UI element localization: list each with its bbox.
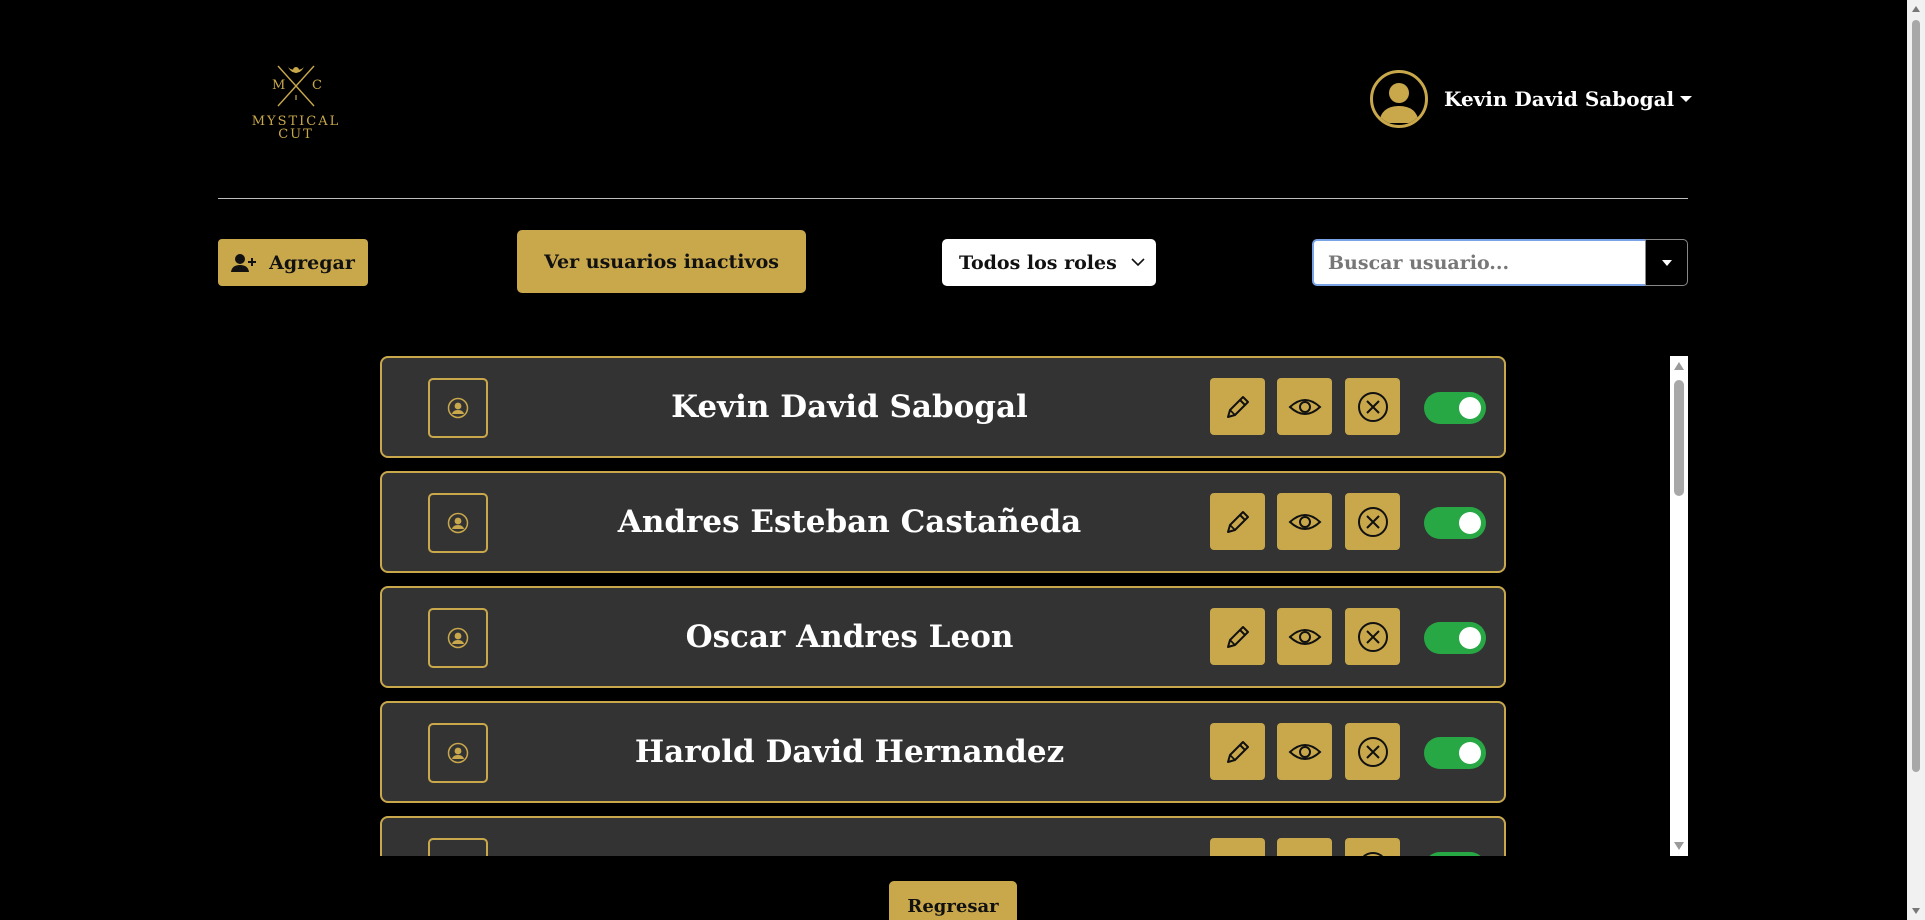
- edit-user-button[interactable]: [1210, 723, 1265, 780]
- view-user-button[interactable]: [1277, 838, 1332, 856]
- add-user-button[interactable]: Agregar: [218, 239, 368, 286]
- close-circle-icon: [1356, 620, 1390, 654]
- pencil-icon: [1222, 736, 1254, 768]
- view-user-button[interactable]: [1277, 378, 1332, 435]
- chevron-down-icon: [1680, 96, 1693, 102]
- view-inactive-users-button[interactable]: Ver usuarios inactivos: [517, 230, 806, 293]
- close-circle-icon: [1356, 390, 1390, 424]
- view-user-button[interactable]: [1277, 723, 1332, 780]
- user-card: Harold David Hernandez: [380, 701, 1506, 803]
- crossed-blades-icon: [277, 65, 315, 107]
- view-user-button[interactable]: [1277, 493, 1332, 550]
- user-active-toggle[interactable]: [1424, 737, 1486, 769]
- user-active-toggle[interactable]: [1424, 392, 1486, 424]
- delete-user-button[interactable]: [1345, 723, 1400, 780]
- eye-icon: [1288, 510, 1322, 534]
- delete-user-button[interactable]: [1345, 838, 1400, 856]
- user-full-name: Kevin David Sabogal: [671, 389, 1028, 425]
- role-filter-select[interactable]: Todos los roles: [942, 239, 1156, 286]
- user-active-toggle[interactable]: [1424, 507, 1486, 539]
- user-avatar-button[interactable]: [428, 838, 488, 856]
- edit-user-button[interactable]: [1210, 378, 1265, 435]
- user-card: [380, 816, 1506, 856]
- brand-monogram-c: C: [312, 78, 322, 93]
- user-name: Kevin David Sabogal: [1444, 87, 1675, 111]
- delete-user-button[interactable]: [1345, 493, 1400, 550]
- user-list-scrollbar[interactable]: [1670, 356, 1688, 856]
- header-divider: [218, 198, 1688, 199]
- delete-user-button[interactable]: [1345, 608, 1400, 665]
- user-circle-icon: [447, 627, 469, 649]
- page-scrollbar[interactable]: [1907, 0, 1925, 920]
- role-filter-value: Todos los roles: [959, 251, 1117, 274]
- eye-icon: [1288, 395, 1322, 419]
- scroll-down-arrow-icon[interactable]: [1674, 842, 1684, 850]
- user-silhouette-icon: [1379, 83, 1419, 123]
- user-card: Andres Esteban Castañeda: [380, 471, 1506, 573]
- user-active-toggle[interactable]: [1424, 852, 1486, 856]
- eye-icon: [1288, 855, 1322, 857]
- scroll-up-arrow-icon[interactable]: [1674, 362, 1684, 370]
- close-circle-icon: [1356, 735, 1390, 769]
- view-user-button[interactable]: [1277, 608, 1332, 665]
- close-circle-icon: [1356, 505, 1390, 539]
- pencil-icon: [1222, 621, 1254, 653]
- user-avatar-button[interactable]: [428, 493, 488, 553]
- user-avatar-button[interactable]: [428, 608, 488, 668]
- delete-user-button[interactable]: [1345, 378, 1400, 435]
- back-button[interactable]: Regresar: [889, 881, 1017, 920]
- back-button-label: Regresar: [907, 896, 999, 917]
- edit-user-button[interactable]: [1210, 493, 1265, 550]
- search-input[interactable]: [1312, 239, 1645, 286]
- view-inactive-users-label: Ver usuarios inactivos: [544, 250, 779, 273]
- user-menu[interactable]: Kevin David Sabogal: [1370, 68, 1693, 130]
- user-avatar-button[interactable]: [428, 723, 488, 783]
- eye-icon: [1288, 625, 1322, 649]
- page-scroll-up-icon[interactable]: [1912, 6, 1920, 12]
- user-circle-icon: [447, 512, 469, 534]
- add-user-label: Agregar: [269, 251, 355, 274]
- user-search: [1312, 239, 1688, 286]
- chevron-down-icon: [1131, 258, 1145, 267]
- user-active-toggle[interactable]: [1424, 622, 1486, 654]
- pencil-icon: [1222, 851, 1254, 856]
- pencil-icon: [1222, 506, 1254, 538]
- eye-icon: [1288, 740, 1322, 764]
- page-scrollbar-thumb[interactable]: [1912, 20, 1920, 772]
- search-dropdown-button[interactable]: [1645, 239, 1688, 286]
- user-plus-icon: [231, 253, 257, 272]
- page-scroll-down-icon[interactable]: [1912, 908, 1920, 914]
- user-full-name: [562, 818, 1137, 856]
- user-full-name: Andres Esteban Castañeda: [617, 504, 1082, 540]
- user-circle-icon: [447, 742, 469, 764]
- brand-monogram-m: M: [272, 78, 286, 93]
- close-circle-icon: [1356, 850, 1390, 856]
- brand-logo: M C MYSTICAL CUT: [248, 62, 344, 144]
- user-circle-icon: [447, 397, 469, 419]
- caret-down-icon: [1661, 259, 1672, 266]
- user-full-name: Oscar Andres Leon: [685, 619, 1014, 655]
- user-avatar: [1370, 70, 1428, 128]
- pencil-icon: [1222, 391, 1254, 423]
- user-card: Kevin David Sabogal: [380, 356, 1506, 458]
- edit-user-button[interactable]: [1210, 608, 1265, 665]
- user-card: Oscar Andres Leon: [380, 586, 1506, 688]
- brand-name-line2: CUT: [278, 127, 314, 142]
- scrollbar-thumb[interactable]: [1674, 380, 1684, 496]
- user-avatar-button[interactable]: [428, 378, 488, 438]
- edit-user-button[interactable]: [1210, 838, 1265, 856]
- user-list: Kevin David Sabogal Andres Esteban Castañ…: [380, 356, 1688, 856]
- user-full-name: Harold David Hernandez: [634, 734, 1065, 770]
